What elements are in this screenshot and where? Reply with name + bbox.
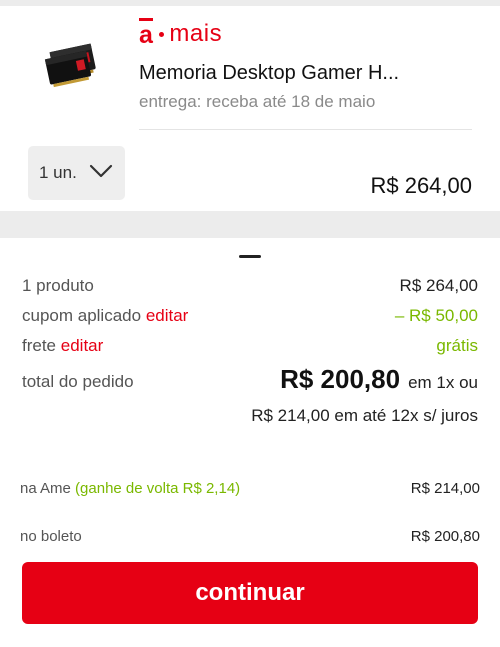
logo-mais-text: mais xyxy=(169,20,223,47)
payment-option-ame: na Ame (ganhe de volta R$ 2,14) R$ 214,0… xyxy=(20,477,480,499)
section-separator xyxy=(0,211,500,238)
order-total: R$ 200,80 xyxy=(280,364,401,394)
cashback-note: (ganhe de volta R$ 2,14) xyxy=(75,479,241,497)
chevron-down-icon xyxy=(89,164,113,178)
payment-value: R$ 214,00 xyxy=(410,479,480,497)
payment-method-label: no boleto xyxy=(20,527,82,545)
store-logo: a mais xyxy=(139,17,223,49)
coupon-discount: – R$ 50,00 xyxy=(394,306,478,325)
total-installment-note: em 1x ou xyxy=(408,373,478,392)
summary-coupon-row: cupom aplicado editar – R$ 50,00 xyxy=(22,304,478,328)
cart-item-card: a mais Memoria Desktop Gamer H... entreg… xyxy=(0,6,500,211)
installments-info: R$ 214,00 em até 12x s/ juros xyxy=(251,406,478,425)
shipping-label: frete xyxy=(22,336,57,355)
quantity-value: 1 un. xyxy=(39,163,77,182)
drag-handle[interactable] xyxy=(239,255,261,258)
continue-button[interactable]: continuar xyxy=(22,562,478,624)
payment-method-label: na Ame xyxy=(20,479,71,497)
quantity-select[interactable]: 1 un. xyxy=(28,146,125,200)
shipping-value: grátis xyxy=(436,336,478,355)
delivery-estimate: entrega: receba até 18 de maio xyxy=(139,92,376,111)
coupon-label: cupom aplicado xyxy=(22,306,142,325)
divider xyxy=(139,129,472,130)
products-label: 1 produto xyxy=(22,276,94,295)
product-title[interactable]: Memoria Desktop Gamer H... xyxy=(139,62,399,85)
order-summary-sheet: 1 produto R$ 264,00 cupom aplicado edita… xyxy=(0,238,500,647)
total-label: total do pedido xyxy=(22,372,134,391)
total-line: R$ 200,80 em 1x ou xyxy=(280,364,478,395)
summary-shipping-row: frete editar grátis xyxy=(22,334,478,358)
logo-dot xyxy=(159,31,165,37)
product-thumbnail[interactable] xyxy=(38,32,104,92)
payment-option-boleto: no boleto R$ 200,80 xyxy=(20,525,480,547)
logo-a-mark: a xyxy=(139,17,154,49)
item-price: R$ 264,00 xyxy=(370,173,472,198)
memory-module-icon xyxy=(44,43,96,88)
summary-products-row: 1 produto R$ 264,00 xyxy=(22,274,478,298)
payment-value: R$ 200,80 xyxy=(410,527,480,545)
products-value: R$ 264,00 xyxy=(399,276,478,295)
edit-coupon-link[interactable]: editar xyxy=(146,306,189,325)
edit-shipping-link[interactable]: editar xyxy=(61,336,104,355)
